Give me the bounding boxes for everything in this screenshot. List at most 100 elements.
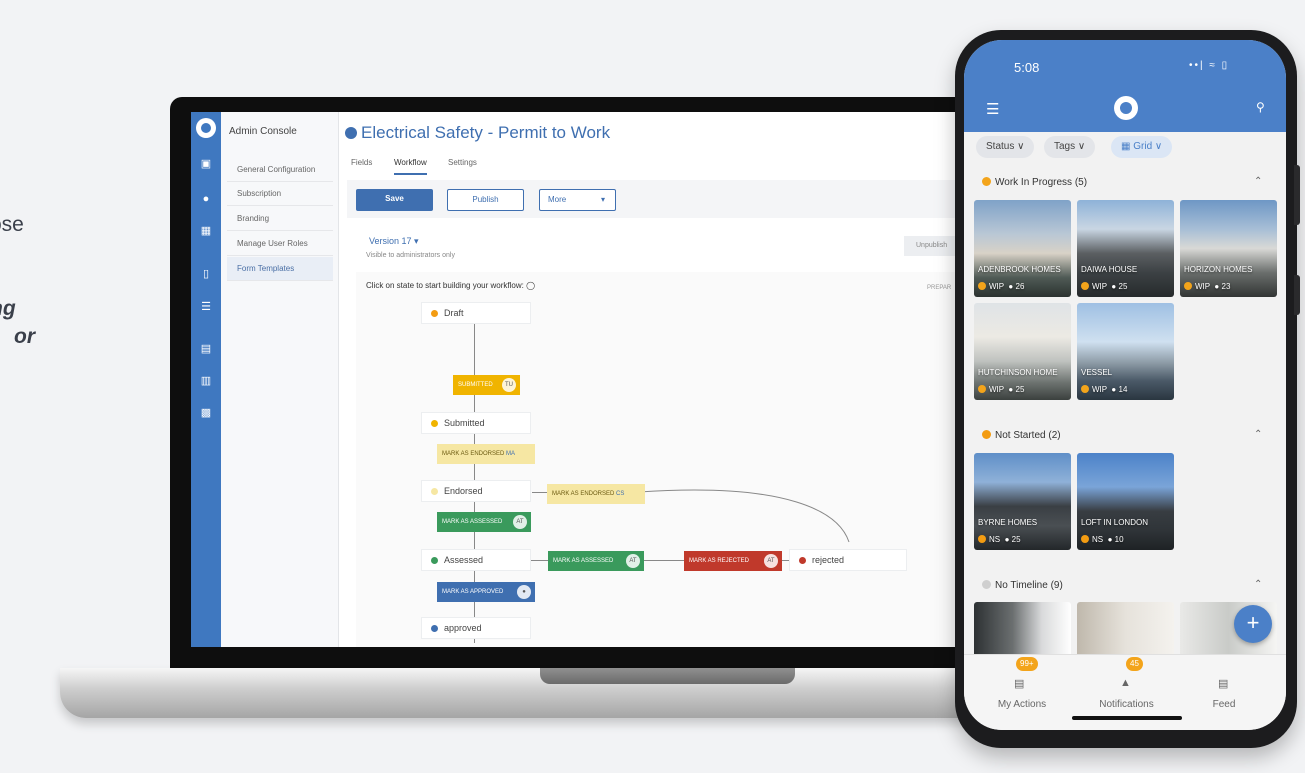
nav-item-subscription[interactable]: Subscription [227,182,333,206]
state-dot [799,557,806,564]
icon-rail: ▣ ● ▦ ▯ ☰ ▤ ▥ ▩ [191,112,221,647]
calendar-icon[interactable]: ▥ [198,374,214,388]
building-icon[interactable]: ▦ [198,224,214,238]
transition-label: MARK AS APPROVED [442,589,504,595]
more-dropdown[interactable]: More [539,189,616,211]
workflow-editor: Electrical Safety - Permit to Work Field… [339,112,1000,647]
nav-item-branding[interactable]: Branding [227,207,333,231]
document-icon[interactable]: ▯ [198,267,214,281]
canvas-hint: Click on state to start building your wo… [366,281,535,290]
bottom-nav-my-actions[interactable]: My Actions [992,699,1052,710]
admin-console-screen: ▣ ● ▦ ▯ ☰ ▤ ▥ ▩ Admin Console General Co… [191,112,1000,647]
project-card[interactable] [1077,602,1174,662]
card-status: NS [989,535,1001,544]
nav-item-form-templates[interactable]: Form Templates [227,257,333,281]
users-icon[interactable]: ● [198,192,214,206]
project-card[interactable]: ADENBROOK HOMES WIP ● 26 [974,200,1071,297]
publish-button[interactable]: Publish [447,189,524,211]
card-status: WIP [1092,282,1107,291]
interior-photo [974,602,1071,662]
card-count: 14 [1118,385,1128,394]
transition-mark-as-approved[interactable]: MARK AS APPROVED ● [437,582,535,602]
state-approved[interactable]: approved [421,617,531,639]
hamburger-menu-icon[interactable]: ☰ [986,100,999,118]
project-card[interactable]: HORIZON HOMES WIP ● 23 [1180,200,1277,297]
transition-mark-as-rejected[interactable]: MARK AS REJECTED AT [684,551,782,571]
grid-icon: ▦ [1121,141,1134,152]
app-logo-icon[interactable] [196,118,216,138]
project-card[interactable]: BYRNE HOMES NS ● 25 [974,453,1071,550]
section-work-in-progress[interactable]: Work In Progress (5) [982,177,1087,188]
user-icon: ● [1111,282,1117,291]
state-assessed[interactable]: Assessed [421,549,531,571]
lightbulb-icon: ◯ [526,281,536,290]
section-title: Not Started [995,430,1046,441]
project-card[interactable]: HUTCHINSON HOME WIP ● 25 [974,303,1071,400]
status-dot [978,385,986,393]
section-count: (2) [1048,430,1061,441]
calculator-icon[interactable]: ▩ [198,406,214,420]
card-name: DAIWA HOUSE [1081,265,1138,274]
list-icon[interactable]: ☰ [198,300,214,314]
tags-filter[interactable]: Tags ∨ [1044,136,1096,158]
chevron-up-icon[interactable]: ⌃ [1254,176,1262,187]
state-submitted[interactable]: Submitted [421,412,531,434]
inbox-icon[interactable]: ▤ [198,342,214,356]
card-status: WIP [989,385,1004,394]
state-endorsed[interactable]: Endorsed [421,480,531,502]
section-count: (5) [1074,177,1088,188]
transition-label: MARK AS ASSESSED [442,519,503,525]
transition-mark-as-endorsed-2[interactable]: MARK AS ENDORSED CS [547,484,645,504]
status-filter[interactable]: Status ∨ [976,136,1035,158]
user-icon: ● [1008,282,1014,291]
project-card[interactable]: LOFT IN LONDON NS ● 10 [1077,453,1174,550]
card-meta: WIP ● 26 [978,282,1024,291]
project-card[interactable]: DAIWA HOUSE WIP ● 25 [1077,200,1174,297]
status-time: 5:08 [1014,60,1040,75]
card-status: WIP [1195,282,1210,291]
project-card[interactable]: VESSEL WIP ● 14 [1077,303,1174,400]
avatar: ● [517,585,531,599]
search-icon[interactable]: ⚲ [1256,100,1265,114]
transition-mark-as-endorsed[interactable]: MARK AS ENDORSED MA [437,444,535,464]
version-select[interactable]: Version 17 ▾ [369,236,419,247]
section-not-started[interactable]: Not Started (2) [982,430,1061,441]
tab-settings[interactable]: Settings [448,158,477,167]
section-no-timeline[interactable]: No Timeline (9) [982,580,1063,591]
state-dot [431,420,438,427]
briefcase-icon[interactable]: ▣ [198,157,214,171]
cropped-text-line: ose [0,213,24,236]
state-dot [431,310,438,317]
back-icon[interactable] [345,127,357,139]
bottom-nav-notifications[interactable]: Notifications [1089,699,1164,710]
card-name: HORIZON HOMES [1184,265,1253,274]
card-status: NS [1092,535,1104,544]
page-title: Electrical Safety - Permit to Work [345,123,610,143]
nav-item-general-configuration[interactable]: General Configuration [227,158,333,182]
interior-photo [1077,602,1174,662]
save-button[interactable]: Save [356,189,433,211]
app-logo-icon [1114,96,1138,120]
card-name: HUTCHINSON HOME [978,368,1058,377]
status-dot [978,282,986,290]
bottom-nav-feed[interactable]: Feed [1204,699,1244,710]
nav-item-manage-user-roles[interactable]: Manage User Roles [227,232,333,256]
tab-workflow[interactable]: Workflow [394,158,427,175]
card-status: WIP [1092,385,1107,394]
chevron-up-icon[interactable]: ⌃ [1254,429,1262,440]
grid-view-toggle[interactable]: ▦ Grid ∨ [1111,136,1173,158]
tab-fields[interactable]: Fields [351,158,372,167]
transition-mark-as-assessed[interactable]: MARK AS ASSESSED AT [437,512,531,532]
project-card[interactable] [974,602,1071,662]
state-draft[interactable]: Draft [421,302,531,324]
connector-line [532,492,547,493]
card-name: LOFT IN LONDON [1081,518,1148,527]
state-rejected[interactable]: rejected [789,549,907,571]
laptop-notch [540,668,795,684]
avatar: TU [502,378,516,392]
transition-submitted[interactable]: SUBMITTED TU [453,375,520,395]
transition-label: MARK AS ENDORSED [552,491,615,497]
chevron-up-icon[interactable]: ⌃ [1254,579,1262,590]
transition-mark-as-assessed-2[interactable]: MARK AS ASSESSED AT [548,551,644,571]
add-project-button[interactable]: + [1234,605,1272,643]
